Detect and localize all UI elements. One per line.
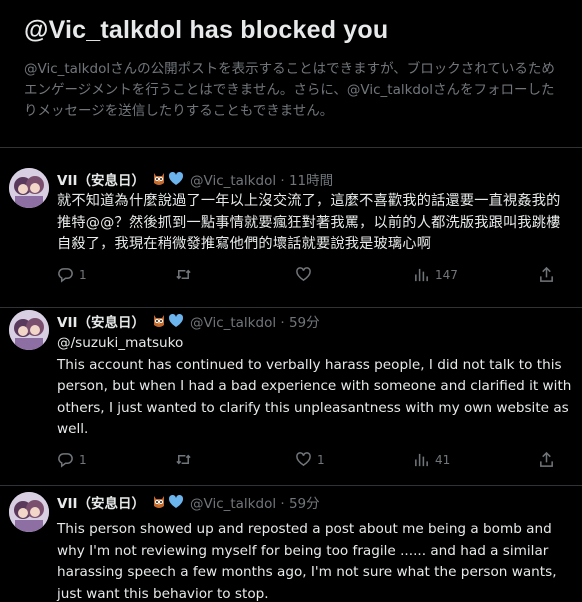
tweet[interactable]: VII（安息日） @Vic_talkdol · 11時間 就不知道為什麼說過了一… [0,148,582,308]
share-button[interactable] [538,266,555,283]
author-name[interactable]: VII（安息日） [57,492,145,512]
author-name[interactable]: VII（安息日） [57,311,145,331]
tweet[interactable]: VII（安息日） @Vic_talkdol · 59分 @/suzuki_mat… [0,308,582,485]
tweet[interactable]: VII（安息日） @Vic_talkdol · 59分 This person … [0,486,582,602]
view-count: 41 [435,452,451,467]
retweet-button[interactable] [175,451,197,468]
tweet-text: 就不知道為什麼說過了一年以上沒交流了，這麼不喜歡我的話還要一直視姦我的推特@@？… [57,193,561,252]
owl-emoji-icon [151,494,167,510]
tweet-actions: 1 147 [57,266,577,286]
blue-heart-icon [168,313,185,329]
author-name[interactable]: VII（安息日） [57,169,145,189]
blocked-title: @Vic_talkdol has blocked you [24,16,389,44]
like-icon [296,267,311,282]
tweet-text: This person showed up and reposted a pos… [57,521,557,602]
owl-emoji-icon [151,313,167,329]
views-button[interactable]: 41 [413,451,450,468]
avatar[interactable] [9,168,49,208]
tweet-text: This account has continued to verbally h… [57,356,572,438]
like-button[interactable]: 1 [295,451,325,468]
reply-button[interactable]: 1 [57,451,87,468]
retweet-button[interactable] [175,266,197,283]
retweet-icon [176,269,191,280]
reply-icon [58,453,73,468]
reply-count: 1 [79,267,87,282]
tweet-actions: 1 1 41 [57,451,577,471]
view-count: 147 [435,267,458,282]
tweet-header: VII（安息日） @Vic_talkdol · 59分 [57,310,573,332]
views-icon [415,453,428,467]
tweet-meta[interactable]: @Vic_talkdol · 59分 [190,492,320,512]
blue-heart-icon [168,494,185,510]
owl-emoji-icon [151,171,167,187]
tweet-meta[interactable]: @Vic_talkdol · 11時間 [190,169,333,189]
reply-mention[interactable]: @/suzuki_matsuko [57,333,573,355]
like-count: 1 [317,452,325,467]
tweet-header: VII（安息日） @Vic_talkdol · 59分 [57,491,573,513]
avatar[interactable] [9,492,49,532]
reply-count: 1 [79,452,87,467]
blocked-message: @Vic_talkdolさんの公開ポストを表示することはできますが、ブロックされ… [24,61,555,119]
tweet-header: VII（安息日） @Vic_talkdol · 11時間 [57,168,573,190]
reply-button[interactable]: 1 [57,266,87,283]
share-button[interactable] [538,451,555,468]
share-icon [540,451,553,467]
avatar[interactable] [9,310,49,350]
blocked-notice: @Vic_talkdol has blocked you @Vic_talkdo… [24,16,564,122]
tweet-meta[interactable]: @Vic_talkdol · 59分 [190,311,320,331]
reply-icon [58,268,73,283]
retweet-icon [176,454,191,465]
share-icon [540,266,553,282]
like-button[interactable] [295,266,317,283]
views-button[interactable]: 147 [413,266,458,283]
like-icon [296,452,311,467]
blue-heart-icon [168,171,185,187]
views-icon [415,268,428,282]
